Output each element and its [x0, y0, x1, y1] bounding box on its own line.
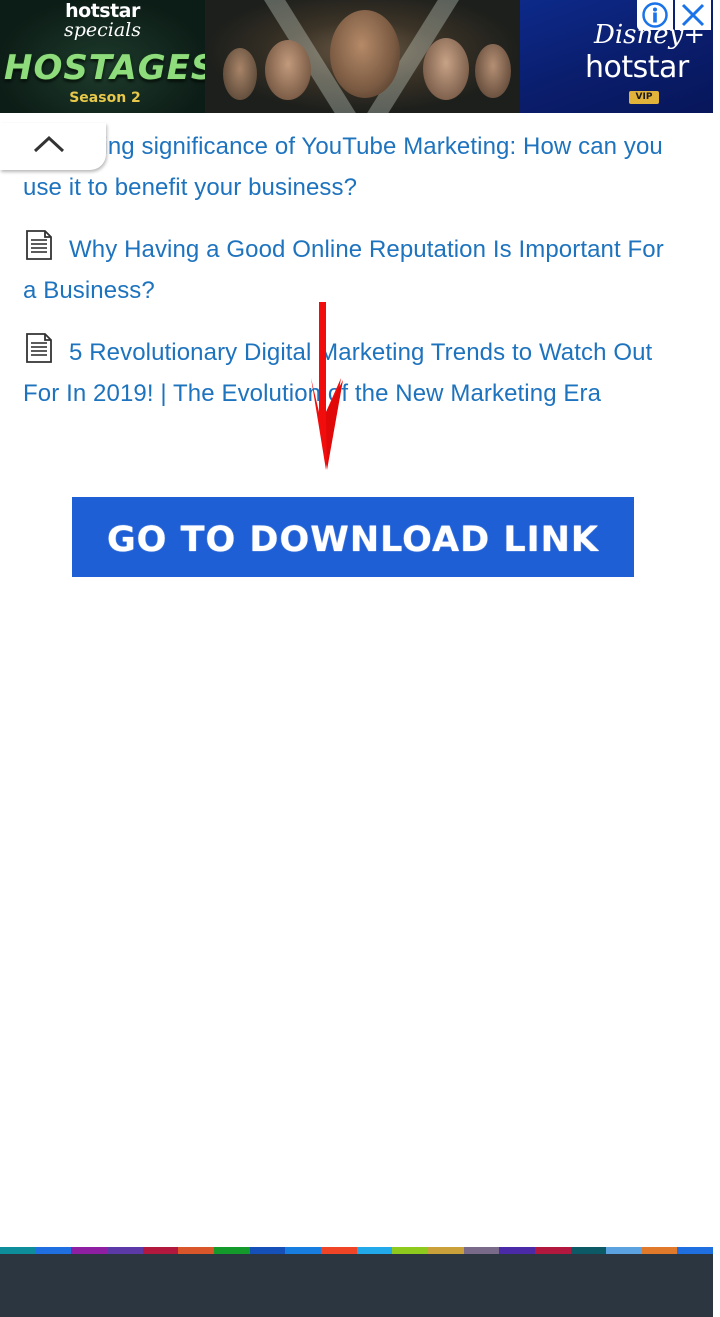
- color-strip-segment: [71, 1247, 107, 1254]
- document-icon: [26, 333, 52, 363]
- color-strip-segment: [213, 1247, 250, 1254]
- color-strip-segment: [106, 1247, 143, 1254]
- close-x-icon: [681, 3, 705, 27]
- color-strip-segment: [0, 1247, 36, 1254]
- color-strip-segment: [499, 1247, 535, 1254]
- related-post-title: Increasing significance of YouTube Marke…: [23, 133, 663, 201]
- go-to-download-link-button[interactable]: GO TO DOWNLOAD LINK: [72, 497, 634, 577]
- ad-close-button[interactable]: [675, 0, 711, 30]
- ad-show-title: HOSTAGES: [4, 48, 217, 88]
- ad-hotstar-logo: hotstar: [585, 50, 689, 85]
- footer: [0, 1254, 713, 1317]
- color-strip-segment: [641, 1247, 678, 1254]
- color-strip-segment: [534, 1247, 571, 1254]
- related-posts-list: Increasing significance of YouTube Marke…: [23, 126, 683, 414]
- ad-banner[interactable]: hotstar specials HOSTAGES Season 2 Disne…: [0, 0, 713, 113]
- related-post-link[interactable]: 5 Revolutionary Digital Marketing Trends…: [23, 332, 683, 414]
- document-icon: [26, 230, 52, 260]
- ad-poster-image[interactable]: [205, 0, 520, 113]
- red-down-arrow-icon: [311, 302, 343, 470]
- poster-face: [265, 40, 311, 100]
- color-strip-segment: [249, 1247, 286, 1254]
- related-post-link[interactable]: Why Having a Good Online Reputation Is I…: [23, 229, 683, 311]
- ad-brand-specials-label: specials: [63, 19, 142, 41]
- color-strip-segment: [427, 1247, 464, 1254]
- color-strip-segment: [178, 1247, 214, 1254]
- color-strip-segment: [677, 1247, 714, 1254]
- poster-face: [475, 44, 511, 98]
- ad-season-label: Season 2: [69, 90, 141, 106]
- ad-show-panel[interactable]: hotstar specials HOSTAGES Season 2: [0, 0, 217, 113]
- color-strip-segment: [285, 1247, 321, 1254]
- related-post-link[interactable]: Increasing significance of YouTube Marke…: [23, 126, 683, 208]
- poster-face: [223, 48, 257, 100]
- poster-face: [423, 38, 469, 100]
- related-post-title: Why Having a Good Online Reputation Is I…: [23, 236, 664, 304]
- color-strip-segment: [392, 1247, 428, 1254]
- color-strip-segment: [320, 1247, 357, 1254]
- info-circle-icon: [642, 2, 668, 28]
- color-strip-segment: [35, 1247, 72, 1254]
- color-strip-segment: [606, 1247, 642, 1254]
- color-strip-segment: [463, 1247, 500, 1254]
- ad-info-button[interactable]: [637, 0, 673, 30]
- page: hotstar specials HOSTAGES Season 2 Disne…: [0, 0, 720, 1317]
- poster-face: [330, 10, 400, 98]
- color-strip-segment: [142, 1247, 179, 1254]
- ad-vip-badge: VIP: [629, 91, 659, 104]
- collapse-ad-tab[interactable]: [0, 123, 106, 170]
- chevron-up-icon: [33, 135, 65, 153]
- color-strip-segment: [570, 1247, 607, 1254]
- footer-color-strip: [0, 1247, 714, 1254]
- download-button-label: GO TO DOWNLOAD LINK: [106, 520, 600, 560]
- color-strip-segment: [356, 1247, 393, 1254]
